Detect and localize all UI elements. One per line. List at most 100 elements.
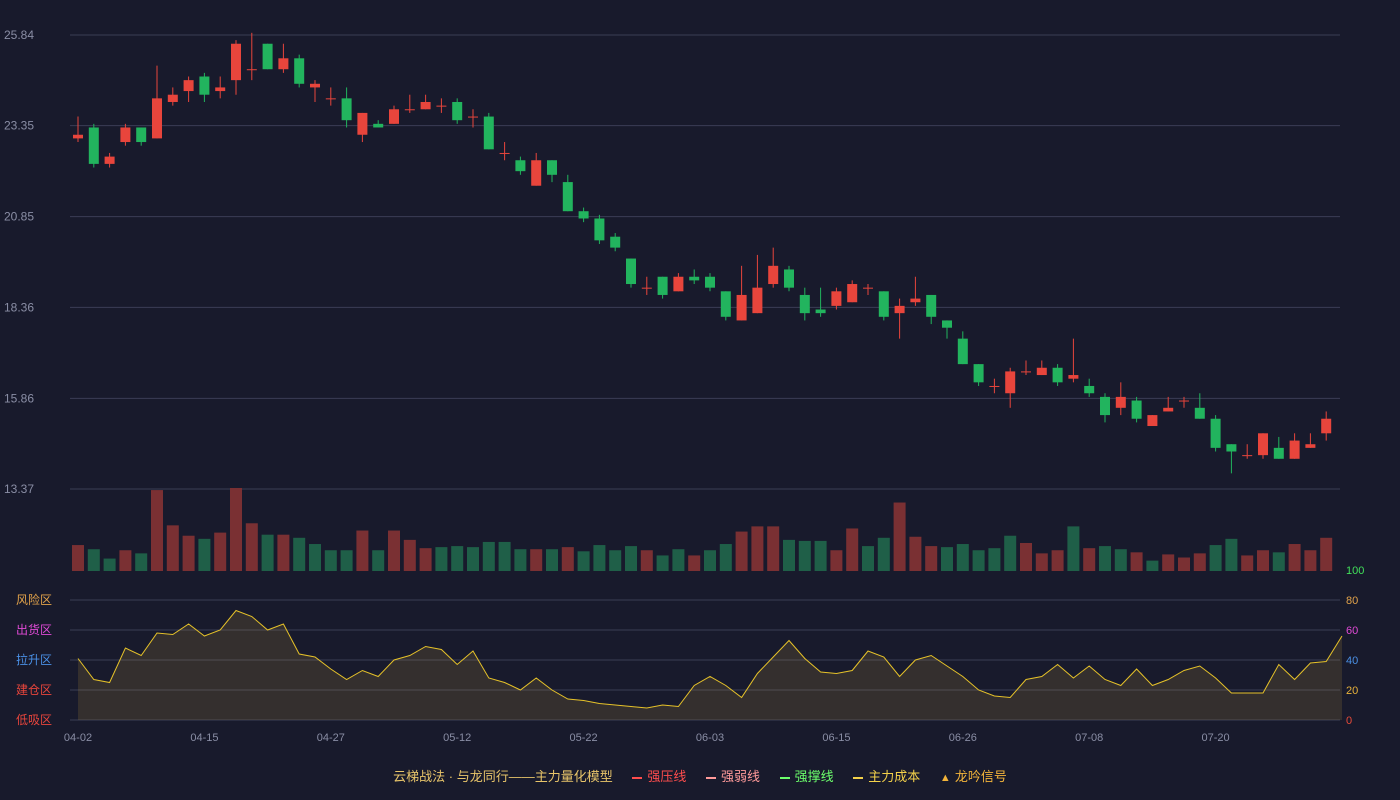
volume-bar bbox=[435, 547, 448, 571]
volume-series bbox=[72, 488, 1333, 571]
volume-bar bbox=[103, 558, 116, 571]
candle-body bbox=[167, 94, 178, 102]
volume-bar bbox=[593, 545, 606, 571]
candle-body bbox=[325, 98, 336, 100]
candle-body bbox=[752, 287, 763, 314]
zone-label: 低吸区 bbox=[16, 713, 52, 727]
volume-bar bbox=[1004, 535, 1017, 571]
legend-item-dragon-signal[interactable]: ▲ 龙吟信号 bbox=[940, 766, 1007, 785]
candle-body bbox=[1273, 447, 1284, 459]
volume-bar bbox=[814, 540, 827, 571]
candle-body bbox=[420, 101, 431, 110]
legend-title: 云梯战法 · 与龙同行——主力量化模型 bbox=[393, 769, 613, 784]
candle-body bbox=[847, 284, 858, 303]
zone-label: 出货区 bbox=[16, 622, 52, 637]
candle-body bbox=[373, 123, 384, 128]
candle-body bbox=[278, 58, 289, 70]
volume-bar bbox=[609, 550, 622, 571]
candle-body bbox=[973, 364, 984, 383]
candle-body bbox=[1052, 367, 1063, 383]
oscillator-tick-label: 100 bbox=[1346, 565, 1364, 577]
volume-bar bbox=[309, 544, 321, 571]
volume-bar bbox=[877, 537, 890, 571]
price-tick-label: 20.85 bbox=[4, 210, 34, 224]
volume-bar bbox=[87, 549, 100, 571]
volume-bar bbox=[1225, 538, 1238, 571]
candle-body bbox=[1084, 385, 1095, 394]
legend-item-support-line[interactable]: 强撑线 bbox=[779, 766, 834, 785]
x-tick-label: 07-20 bbox=[1202, 732, 1230, 744]
volume-bar bbox=[704, 550, 716, 571]
volume-bar bbox=[1130, 552, 1143, 571]
legend-item-strength-line[interactable]: 强弱线 bbox=[706, 766, 760, 785]
candle-body bbox=[1226, 444, 1237, 452]
volume-bar bbox=[798, 540, 811, 571]
candle-body bbox=[594, 218, 605, 241]
candle-body bbox=[231, 43, 241, 81]
x-tick-label: 05-12 bbox=[443, 732, 471, 744]
candle-body bbox=[531, 160, 542, 186]
candle-body bbox=[720, 291, 731, 317]
volume-bar bbox=[261, 534, 274, 571]
volume-bar bbox=[1304, 550, 1317, 571]
candle-body bbox=[1036, 367, 1047, 376]
volume-bar bbox=[1146, 560, 1159, 571]
grid-lines bbox=[70, 34, 1340, 721]
candlestick-series bbox=[73, 32, 1332, 474]
candle-body bbox=[152, 98, 162, 139]
volume-bar bbox=[561, 547, 574, 571]
oscillator-area bbox=[78, 610, 1342, 720]
candle-body bbox=[1115, 396, 1126, 408]
volume-bar bbox=[245, 523, 258, 571]
candle-body bbox=[736, 294, 747, 321]
volume-bar bbox=[640, 550, 653, 571]
volume-bar bbox=[293, 537, 306, 571]
dash-swatch-icon bbox=[706, 776, 716, 779]
candle-body bbox=[1068, 375, 1079, 379]
x-tick-label: 07-08 bbox=[1075, 732, 1103, 744]
candle-body bbox=[878, 291, 889, 317]
candle-body bbox=[499, 152, 510, 154]
volume-bar bbox=[1099, 546, 1111, 571]
candle-body bbox=[1194, 407, 1205, 419]
candle-body bbox=[294, 58, 305, 84]
volume-bar bbox=[1193, 553, 1206, 571]
legend-item-strong-pressure[interactable]: 强压线 bbox=[632, 766, 686, 785]
volume-bar bbox=[451, 546, 464, 571]
volume-bar bbox=[1272, 552, 1285, 571]
candle-body bbox=[389, 109, 399, 124]
candle-body bbox=[863, 287, 873, 289]
zone-label: 建仓区 bbox=[16, 683, 52, 697]
volume-bar bbox=[151, 490, 163, 571]
volume-bar bbox=[719, 544, 732, 571]
candle-body bbox=[831, 291, 842, 306]
candle-body bbox=[1147, 415, 1158, 427]
volume-bar bbox=[198, 538, 211, 571]
candle-body bbox=[578, 211, 589, 219]
zone-label: 拉升区 bbox=[16, 652, 52, 667]
x-tick-label: 06-26 bbox=[949, 732, 977, 744]
volume-bar bbox=[688, 555, 701, 571]
candle-body bbox=[989, 385, 1000, 387]
triangle-icon: ▲ bbox=[939, 772, 951, 784]
volume-bar bbox=[388, 530, 400, 571]
candle-body bbox=[626, 258, 636, 285]
volume-bar bbox=[830, 550, 843, 571]
candle-body bbox=[1100, 396, 1110, 416]
candle-body bbox=[136, 127, 147, 143]
x-tick-label: 04-27 bbox=[317, 732, 345, 744]
candle-body bbox=[262, 43, 273, 70]
legend-item-main-cost[interactable]: 主力成本 bbox=[853, 766, 920, 785]
candle-body bbox=[1242, 455, 1253, 457]
candle-body bbox=[562, 182, 573, 212]
candle-body bbox=[215, 87, 226, 92]
volume-bar bbox=[925, 546, 938, 571]
candle-body bbox=[120, 127, 131, 143]
volume-bar bbox=[988, 548, 1001, 571]
candle-body bbox=[183, 80, 194, 92]
volume-bar bbox=[1051, 550, 1064, 571]
volume-bar bbox=[182, 535, 195, 571]
volume-bar bbox=[1241, 555, 1254, 571]
candle-body bbox=[1131, 400, 1142, 419]
x-tick-label: 04-02 bbox=[64, 732, 92, 744]
